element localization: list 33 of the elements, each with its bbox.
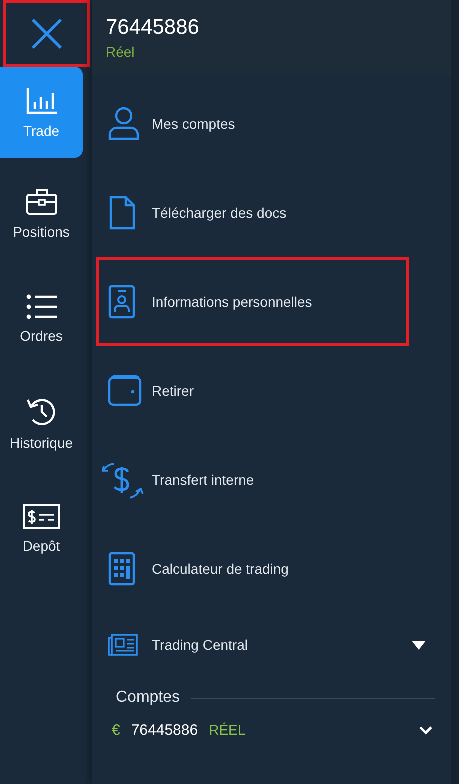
menu-item[interactable]: Informations personnelles	[96, 257, 409, 346]
menu-item[interactable]: Trading Central	[96, 613, 409, 677]
menu-item[interactable]: Retirer	[96, 346, 409, 435]
list-icon	[26, 294, 58, 320]
check-icon	[22, 504, 60, 530]
nav-tab[interactable]: Depôt	[0, 479, 83, 578]
nav-tab[interactable]: Positions	[0, 164, 83, 263]
id-badge-icon	[108, 284, 136, 318]
account-type: Réel	[106, 44, 136, 60]
newspaper-icon	[108, 634, 138, 656]
account-number: 76445886	[131, 722, 198, 738]
chevron-down-icon	[419, 726, 433, 734]
close-icon	[30, 16, 64, 50]
wallet-icon	[108, 374, 142, 406]
menu-item[interactable]: Transfert interne	[96, 435, 409, 524]
menu-item[interactable]: Télécharger des docs	[96, 168, 409, 257]
menu-item[interactable]: Mes comptes	[96, 79, 409, 168]
nav-tab[interactable]: Ordres	[0, 269, 83, 368]
account-row[interactable]: € 76445886 RÉEL	[92, 710, 451, 750]
history-icon	[26, 396, 58, 426]
bar-chart-icon	[26, 86, 58, 114]
close-button[interactable]	[3, 0, 90, 67]
account-number: 76445886	[106, 16, 200, 40]
nav-tab[interactable]: Historique	[0, 374, 83, 473]
person-icon	[108, 106, 140, 140]
dropdown-triangle-icon	[412, 640, 426, 650]
menu-item[interactable]: Calculateur de trading	[96, 524, 409, 613]
section-title: Comptes	[116, 689, 180, 707]
document-icon	[108, 196, 136, 230]
account-type: RÉEL	[209, 722, 246, 738]
currency-symbol: €	[112, 722, 120, 738]
calculator-icon	[108, 552, 136, 586]
briefcase-icon	[26, 188, 58, 216]
